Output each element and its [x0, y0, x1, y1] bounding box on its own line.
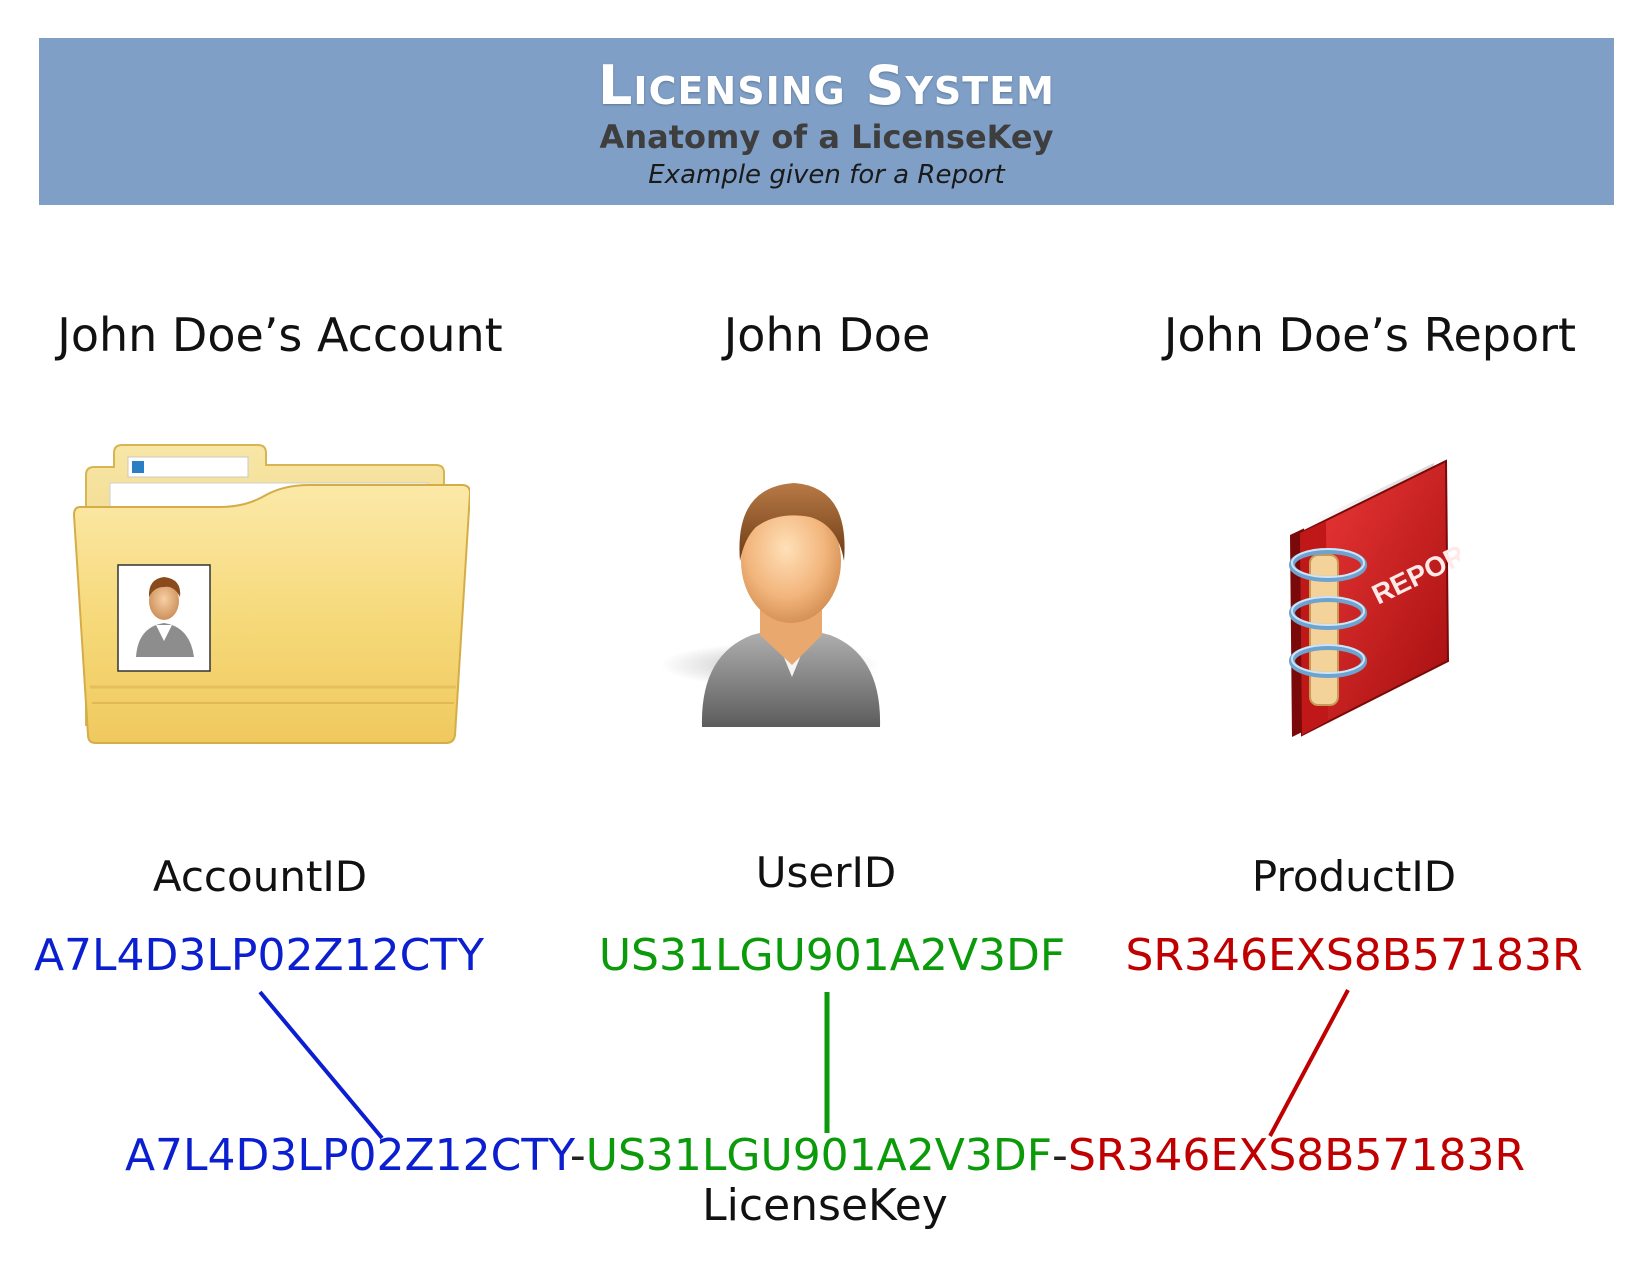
- license-key-product-part: SR346EXS8B57183R: [1067, 1130, 1526, 1181]
- license-key-separator: -: [1052, 1130, 1068, 1181]
- product-connector: [1268, 989, 1350, 1137]
- connector-lines: [258, 989, 1350, 1140]
- license-key-string: A7L4D3LP02Z12CTY-US31LGU901A2V3DF-SR346E…: [0, 1130, 1650, 1181]
- account-connector: [258, 990, 384, 1140]
- license-key-account-part: A7L4D3LP02Z12CTY: [124, 1130, 570, 1181]
- license-key-separator: -: [569, 1130, 586, 1181]
- license-key-user-part: US31LGU901A2V3DF: [585, 1130, 1053, 1181]
- license-key-caption: LicenseKey: [702, 1180, 948, 1231]
